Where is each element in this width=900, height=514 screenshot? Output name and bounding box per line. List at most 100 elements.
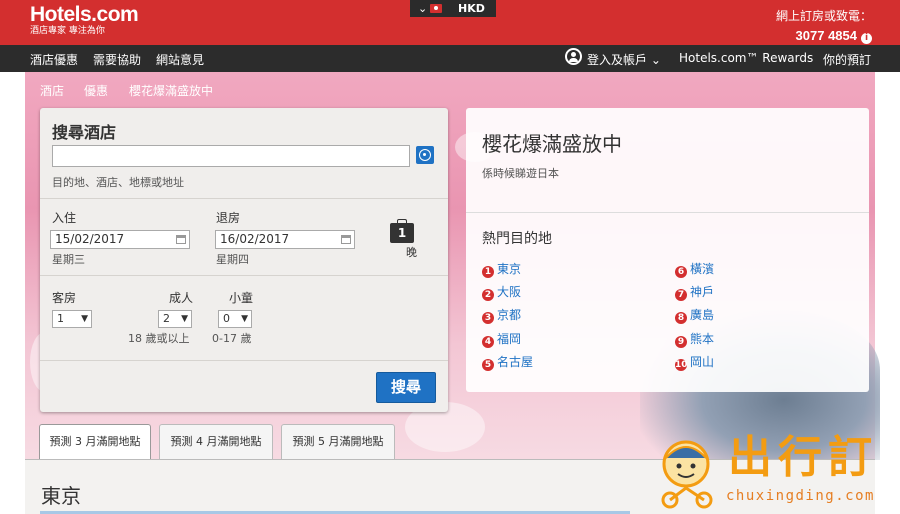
rooms-value: 1 [57, 312, 64, 325]
destination-name: 福岡 [497, 332, 522, 346]
breadcrumb-hotels[interactable]: 酒店 [40, 82, 64, 99]
nav-help[interactable]: 需要協助 [93, 51, 141, 68]
children-select[interactable]: 0 ▼ [218, 310, 252, 328]
destination-hint: 目的地、酒店、地標或地址 [52, 176, 184, 189]
destination-link[interactable]: 5 名古屋 [482, 353, 533, 371]
currency-code: HKD [458, 2, 485, 15]
calendar-icon[interactable] [176, 235, 186, 244]
rooms-select[interactable]: 1 ▼ [52, 310, 92, 328]
main-nav: 酒店優惠 需要協助 網站意見 登入及帳戶 ⌄ Hotels.com™ Rewar… [0, 45, 900, 72]
watermark-url: chuxingding.com [726, 488, 875, 504]
nav-hotel-deals[interactable]: 酒店優惠 [30, 51, 78, 68]
phone-number[interactable]: 3077 4854 [796, 28, 857, 43]
nav-feedback[interactable]: 網站意見 [156, 51, 204, 68]
checkout-weekday: 星期四 [216, 253, 249, 266]
rank-badge: 6 [675, 266, 687, 278]
dropdown-arrow-icon: ▼ [81, 314, 88, 324]
tab-march[interactable]: 預測 3 月滿開地點 [39, 424, 151, 460]
checkout-label: 退房 [216, 211, 241, 225]
user-icon[interactable] [565, 48, 582, 65]
nav-account-label: 登入及帳戶 [587, 53, 648, 67]
rank-badge: 2 [482, 289, 494, 301]
destination-link[interactable]: 7 神戶 [675, 283, 714, 301]
logo-tagline: 酒店專家 專注為你 [30, 26, 105, 36]
hotel-search-form: 搜尋酒店 目的地、酒店、地標或地址 入住 15/02/2017 星期三 退房 1… [40, 108, 448, 412]
breadcrumb-deals[interactable]: 優惠 [84, 82, 108, 99]
top-header: Hotels.com 酒店專家 專注為你 ⌄ HKD 網上訂房或致電： 3077… [0, 0, 900, 45]
locale-currency-selector[interactable]: ⌄ HKD [410, 0, 496, 17]
hotels-logo[interactable]: Hotels.com 酒店專家 專注為你 [30, 3, 139, 37]
watermark-text: 出行訂 [728, 432, 878, 483]
rank-badge: 1 [482, 266, 494, 278]
destination-name: 廣島 [690, 308, 715, 322]
promo-panel: 櫻花爆滿盛放中 係時候睇遊日本 熱門目的地 1 東京 2 大阪 3 京都 4 福岡 5名… [466, 108, 869, 392]
divider [40, 198, 448, 199]
destination-name: 岡山 [690, 355, 715, 369]
rank-badge: 10 [675, 359, 688, 371]
children-age-hint: 0-17 歲 [212, 332, 252, 345]
city-heading: 東京 [41, 484, 81, 508]
destination-link[interactable]: 1 東京 [482, 260, 521, 278]
destination-name: 大阪 [497, 285, 522, 299]
promo-title: 櫻花爆滿盛放中 [482, 132, 622, 156]
dropdown-arrow-icon: ▼ [181, 314, 188, 324]
destination-name: 名古屋 [497, 355, 534, 369]
dropdown-arrow-icon: ▼ [241, 314, 248, 324]
destination-link[interactable]: 6 橫濱 [675, 260, 714, 278]
search-title: 搜尋酒店 [52, 123, 117, 142]
destination-link[interactable]: 10 岡山 [675, 353, 714, 371]
checkin-label: 入住 [52, 211, 77, 225]
adults-label: 成人 [169, 291, 194, 305]
checkin-date-input[interactable]: 15/02/2017 [50, 230, 190, 249]
rank-badge: 4 [482, 336, 494, 348]
adults-age-hint: 18 歲或以上 [128, 332, 190, 345]
children-label: 小童 [229, 291, 254, 305]
calendar-icon[interactable] [341, 235, 351, 244]
mascot-logo-icon [661, 440, 713, 509]
search-button[interactable]: 搜尋 [376, 372, 436, 403]
tab-april[interactable]: 預測 4 月滿開地點 [159, 424, 273, 459]
promo-subtitle: 係時候睇遊日本 [482, 167, 559, 180]
nav-rewards[interactable]: Hotels.com™ Rewards [679, 51, 813, 65]
destination-link[interactable]: 8 廣島 [675, 306, 714, 324]
rank-badge: 9 [675, 336, 687, 348]
divider [466, 212, 869, 213]
breadcrumb-current[interactable]: 櫻花爆滿盛放中 [129, 82, 213, 99]
chevron-down-icon: ⌄ [418, 2, 428, 15]
site-watermark: 出行訂 chuxingding.com [650, 430, 895, 514]
rank-badge: 8 [675, 312, 687, 324]
destination-name: 神戶 [690, 285, 715, 299]
checkout-date-value: 16/02/2017 [220, 232, 290, 246]
nights-count-badge: 1 [390, 219, 414, 243]
logo-text: Hotels.com [30, 3, 139, 26]
rooms-label: 客房 [52, 291, 77, 305]
hong-kong-flag-icon [430, 4, 442, 13]
rank-badge: 3 [482, 312, 494, 324]
nav-bookings[interactable]: 你的預訂 [823, 51, 871, 68]
checkin-weekday: 星期三 [52, 253, 85, 266]
destination-link[interactable]: 9 熊本 [675, 330, 714, 348]
rank-badge: 5 [482, 359, 494, 371]
tab-may[interactable]: 預測 5 月滿開地點 [281, 424, 395, 459]
nights-label: 晚 [406, 246, 417, 259]
phone-booking: 網上訂房或致電： 3077 4854 i [776, 6, 872, 46]
destination-input[interactable] [52, 145, 410, 167]
chevron-down-icon: ⌄ [650, 53, 661, 67]
phone-label: 網上訂房或致電： [775, 9, 872, 23]
destination-link[interactable]: 2 大阪 [482, 283, 521, 301]
destination-name: 熊本 [690, 332, 715, 346]
popular-destinations-title: 熱門目的地 [482, 231, 552, 247]
adults-value: 2 [163, 312, 170, 325]
rank-badge: 7 [675, 289, 687, 301]
destination-link[interactable]: 3 京都 [482, 306, 521, 324]
destination-name: 橫濱 [690, 262, 715, 276]
destination-link[interactable]: 4 福岡 [482, 330, 521, 348]
destination-name: 東京 [497, 262, 522, 276]
adults-select[interactable]: 2 ▼ [158, 310, 192, 328]
info-icon[interactable]: i [861, 33, 872, 44]
checkout-date-input[interactable]: 16/02/2017 [215, 230, 355, 249]
nav-account[interactable]: 登入及帳戶 ⌄ [587, 51, 661, 68]
locate-compass-icon[interactable] [416, 146, 434, 164]
children-value: 0 [223, 312, 230, 325]
destination-name: 京都 [497, 308, 522, 322]
